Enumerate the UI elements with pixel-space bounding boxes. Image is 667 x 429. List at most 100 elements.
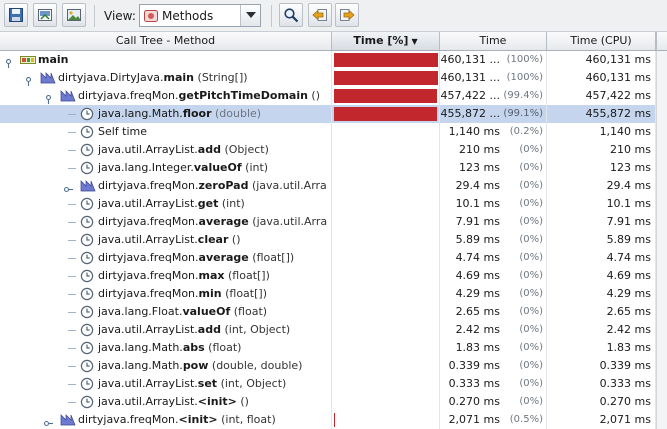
time-cell: 123 ms (0%) [440, 159, 547, 177]
time-value: 4.74 ms [455, 251, 500, 264]
find-button[interactable] [279, 3, 303, 27]
clock-icon [80, 377, 94, 393]
time-cpu-cell: 460,131 ms [547, 69, 656, 87]
save-snapshot-button[interactable] [4, 3, 28, 27]
time-value: 1,140 ms [448, 125, 500, 138]
column-header-time-cpu[interactable]: Time (CPU) [547, 32, 656, 50]
method-cell: java.lang.Float.valueOf (float) [0, 303, 332, 321]
time-cpu-cell: 1,140 ms [547, 123, 656, 141]
time-percent-value: (0.5%) [509, 414, 543, 425]
time-percent-cell [332, 249, 440, 267]
time-cpu-cell: 457,422 ms [547, 87, 656, 105]
clock-icon [80, 359, 94, 375]
method-name: floor [182, 107, 212, 120]
time-cell: 5.89 ms (0%) [440, 231, 547, 249]
method-class-name: java.util.ArrayList. [98, 395, 198, 408]
column-header-method-label: Call Tree - Method [115, 34, 216, 47]
time-percent-cell [332, 159, 440, 177]
table-row[interactable]: dirtyjava.freqMon.average (float[]) 4.74 … [0, 249, 667, 267]
table-row[interactable]: java.util.ArrayList.set (int, Object) 0.3… [0, 375, 667, 393]
time-percent-value: (0%) [519, 270, 543, 281]
method-label: dirtyjava.freqMon.getPitchTimeDomain () [78, 87, 320, 105]
table-row[interactable]: dirtyjava.freqMon.getPitchTimeDomain () 4… [0, 87, 667, 105]
method-label: java.lang.Math.abs (float) [98, 339, 241, 357]
column-chooser-button[interactable] [656, 32, 667, 51]
collapse-node-icon[interactable] [24, 74, 33, 87]
find-icon [284, 8, 299, 23]
column-header-time[interactable]: Time [440, 32, 547, 50]
collapse-node-icon[interactable] [44, 92, 53, 105]
view-select[interactable]: Methods [139, 4, 261, 27]
time-cell: 460,131 ... (100%) [440, 51, 547, 69]
collapse-node-icon[interactable] [4, 56, 13, 69]
expand-node-icon[interactable] [63, 182, 73, 195]
clock-icon [80, 341, 94, 357]
method-arguments: (float[]) [224, 269, 270, 282]
method-label: java.util.ArrayList.add (Object) [98, 141, 269, 159]
table-row[interactable]: java.lang.Math.pow (double, double) 0.339… [0, 357, 667, 375]
table-row[interactable]: java.util.ArrayList.<init> () 0.270 ms (0%… [0, 393, 667, 411]
table-row[interactable]: java.util.ArrayList.get (int) 10.1 ms (0%)… [0, 195, 667, 213]
table-row[interactable]: dirtyjava.freqMon.min (float[]) 4.29 ms (0… [0, 285, 667, 303]
method-name: add [197, 323, 221, 336]
find-next-button[interactable] [335, 3, 359, 27]
time-cpu-cell: 29.4 ms [547, 177, 656, 195]
time-percent-value: (0%) [519, 378, 543, 389]
time-cpu-cell: 123 ms [547, 159, 656, 177]
method-arguments: (double, double) [208, 359, 303, 372]
table-row[interactable]: dirtyjava.freqMon.average (java.util.Arr… [0, 213, 667, 231]
time-value: 0.333 ms [448, 377, 500, 390]
table-row[interactable]: dirtyjava.freqMon.max (float[]) 4.69 ms (0… [0, 267, 667, 285]
time-percent-bar [334, 53, 438, 67]
method-arguments: (Object) [220, 143, 269, 156]
table-row[interactable]: Self time 1,140 ms (0.2%) 1,140 ms [0, 123, 667, 141]
thread-icon [20, 53, 36, 69]
time-percent-value: (0%) [519, 342, 543, 353]
method-label: java.util.ArrayList.get (int) [98, 195, 245, 213]
time-cpu-cell: 210 ms [547, 141, 656, 159]
column-header-time-percent[interactable]: Time [%] ▼ [332, 32, 440, 50]
time-cpu-cell: 4.29 ms [547, 285, 656, 303]
time-cell: 0.333 ms (0%) [440, 375, 547, 393]
time-percent-cell [332, 213, 440, 231]
column-header-method[interactable]: Call Tree - Method [0, 32, 332, 50]
table-row[interactable]: dirtyjava.freqMon.zeroPad (java.util.Arr… [0, 177, 667, 195]
table-row[interactable]: java.lang.Math.abs (float) 1.83 ms (0%) 1.8… [0, 339, 667, 357]
clock-icon [80, 269, 94, 285]
table-row[interactable]: dirtyjava.freqMon.<init> (int, float) 2,0… [0, 411, 667, 429]
time-percent-value: (99.4%) [503, 90, 543, 101]
method-class-name: dirtyjava.freqMon. [78, 89, 179, 102]
method-icon [40, 71, 56, 87]
time-percent-value: (0%) [519, 288, 543, 299]
table-row[interactable]: java.lang.Integer.valueOf (int) 123 ms (0%… [0, 159, 667, 177]
method-arguments: (float[]) [221, 287, 267, 300]
method-cell: dirtyjava.freqMon.min (float[]) [0, 285, 332, 303]
method-label: Self time [98, 123, 147, 141]
method-class-name: java.util.ArrayList. [98, 233, 198, 246]
method-label: dirtyjava.freqMon.max (float[]) [98, 267, 270, 285]
chevron-down-icon[interactable] [240, 5, 260, 26]
find-previous-button[interactable] [308, 3, 332, 27]
table-row[interactable]: java.lang.Float.valueOf (float) 2.65 ms (0… [0, 303, 667, 321]
method-class-name: dirtyjava.freqMon. [98, 287, 199, 300]
time-percent-cell [332, 393, 440, 411]
time-percent-cell [332, 285, 440, 303]
table-row[interactable]: java.util.ArrayList.add (Object) 210 ms (0… [0, 141, 667, 159]
table-row[interactable]: java.util.ArrayList.clear () 5.89 ms (0%) 5… [0, 231, 667, 249]
vertical-scrollbar[interactable] [656, 51, 667, 429]
time-percent-cell [332, 321, 440, 339]
method-class-name: java.lang.Math. [98, 359, 183, 372]
time-cpu-cell: 2.42 ms [547, 321, 656, 339]
table-row[interactable]: main 460,131 ... (100%) 460,131 ms [0, 51, 667, 69]
table-row[interactable]: java.lang.Math.floor (double) 455,872 ...… [0, 105, 667, 123]
export-button[interactable] [33, 3, 57, 27]
save-image-button[interactable] [62, 3, 86, 27]
time-percent-value: (0.2%) [509, 126, 543, 137]
table-row[interactable]: dirtyjava.DirtyJava.main (String[]) 460,1… [0, 69, 667, 87]
table-row[interactable]: java.util.ArrayList.add (int, Object) 2.4… [0, 321, 667, 339]
method-class-name: java.util.ArrayList. [98, 143, 198, 156]
method-cell: java.util.ArrayList.clear () [0, 231, 332, 249]
method-name: <init> [178, 413, 218, 426]
expand-node-icon[interactable] [43, 416, 53, 429]
time-percent-cell [332, 87, 440, 105]
